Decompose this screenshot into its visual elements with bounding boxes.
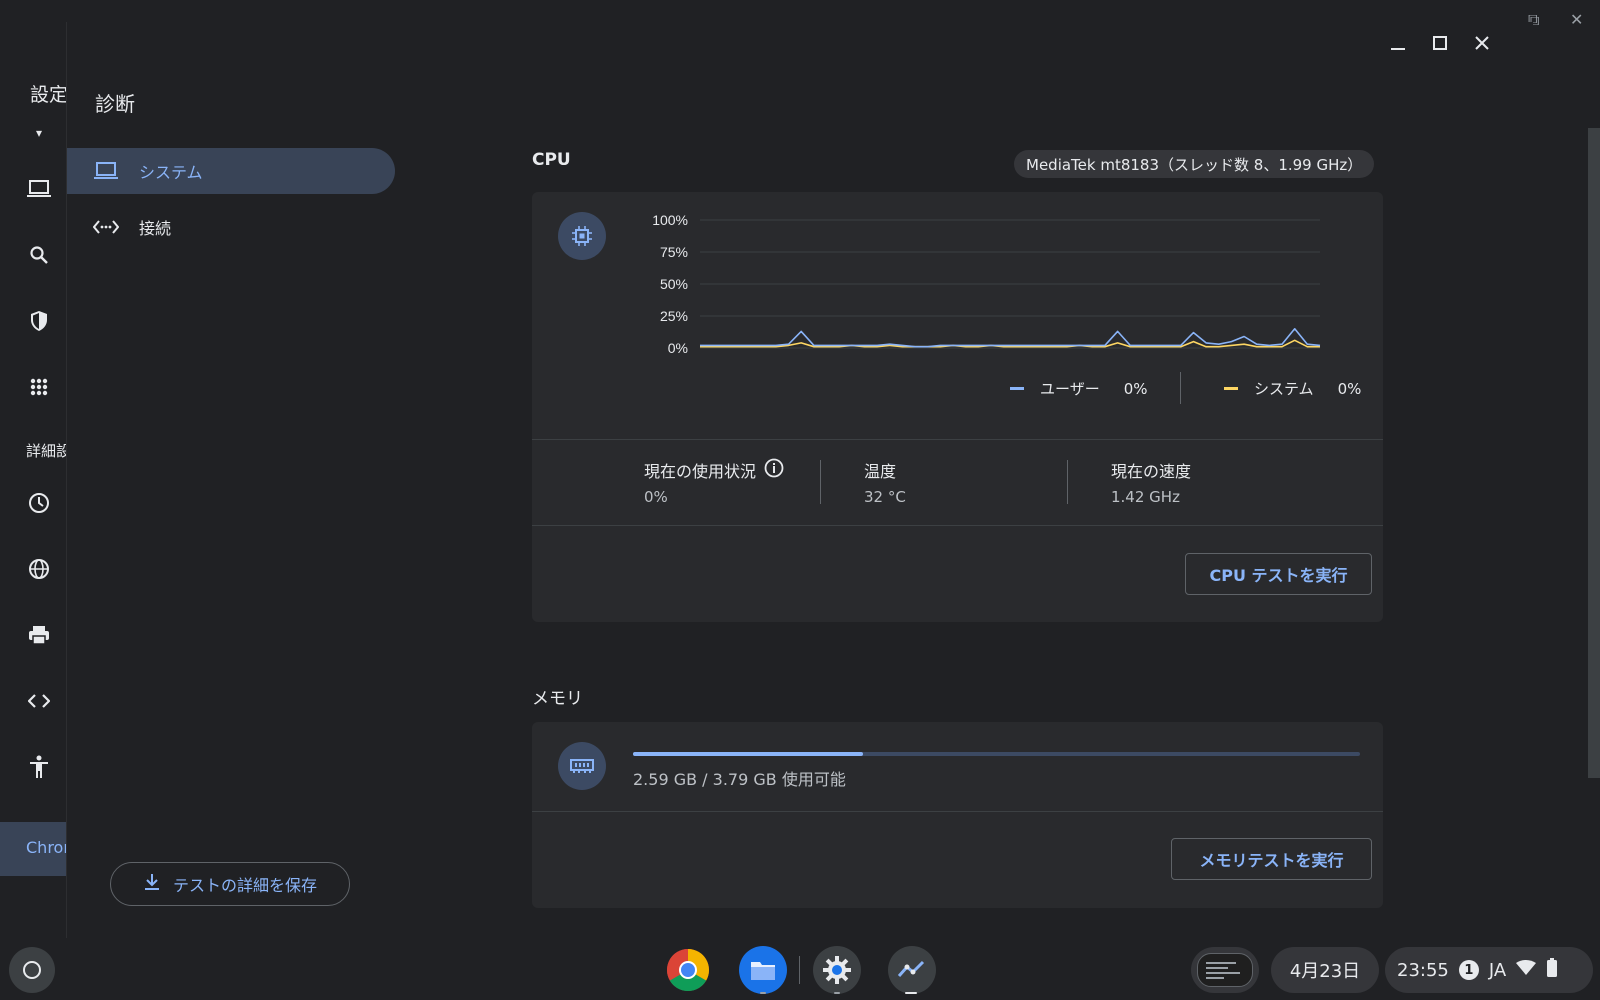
ime-indicator: JA [1488, 959, 1507, 981]
background-close-icon[interactable]: ✕ [1570, 10, 1583, 29]
notification-count-badge: 1 [1458, 960, 1479, 980]
memory-icon [558, 742, 606, 790]
search-icon[interactable] [24, 240, 54, 270]
stat-label-text: 現在の速度 [1111, 462, 1192, 481]
shelf: 4月23日 23:55 1 JA [0, 938, 1600, 1000]
apps-grid-icon[interactable] [24, 372, 54, 402]
date-tray[interactable]: 4月23日 [1271, 947, 1379, 993]
stat-current-speed-value: 1.42 GHz [1111, 488, 1180, 506]
device-icon[interactable] [24, 174, 54, 204]
cpu-chip-icon [558, 212, 606, 260]
laptop-icon [93, 161, 119, 181]
nav-item-system[interactable]: システム [67, 148, 395, 194]
date-text: 4月23日 [1289, 961, 1361, 982]
background-settings-window: 設定 ▾ 詳細設 Chrome [0, 0, 71, 938]
memory-usage-text: 2.59 GB / 3.79 GB 使用可能 [633, 770, 846, 789]
y-tick-label: 50% [660, 276, 688, 292]
y-tick-label: 0% [668, 340, 688, 356]
cpu-section-title: CPU [532, 150, 571, 170]
holding-space-tray[interactable] [1191, 947, 1259, 993]
memory-usage-fill [633, 752, 864, 756]
files-app-icon[interactable] [739, 946, 787, 994]
stat-label-text: 温度 [864, 462, 897, 481]
stat-current-usage-label: 現在の使用状況 [644, 458, 784, 482]
run-cpu-test-button[interactable]: CPU テストを実行 [1185, 553, 1372, 595]
legend-user-swatch [1010, 387, 1024, 390]
battery-icon [1546, 957, 1558, 983]
maximize-icon[interactable] [1429, 32, 1451, 54]
memory-card [532, 722, 1383, 908]
legend-system-value: 0% [1337, 379, 1362, 398]
cpu-usage-chart: 100% 75% 50% 25% 0% [652, 212, 1321, 356]
cpu-divider-2 [532, 525, 1383, 526]
stat-separator [1067, 460, 1068, 504]
stat-temperature-value: 32 °C [864, 488, 906, 506]
status-tray[interactable]: 23:55 1 JA [1385, 947, 1593, 993]
y-tick-label: 75% [660, 244, 688, 260]
info-icon[interactable] [764, 458, 784, 482]
stat-current-speed-label: 現在の速度 [1111, 458, 1191, 482]
minimize-icon[interactable] [1387, 32, 1409, 54]
chrome-app-icon[interactable] [664, 946, 712, 994]
settings-app-icon[interactable] [813, 946, 861, 994]
diagnostics-active-indicator [905, 992, 917, 994]
memory-divider [532, 811, 1383, 812]
stat-temperature-label: 温度 [864, 458, 896, 482]
legend-user: ユーザー 0% [1010, 378, 1148, 399]
legend-separator [1180, 372, 1181, 404]
cpu-model-chip: MediaTek mt8183（スレッド数 8、1.99 GHz） [1014, 150, 1375, 178]
launcher-button[interactable] [9, 947, 55, 993]
screenshot-thumbnail-icon [1197, 953, 1253, 987]
memory-usage-bar [633, 752, 1360, 756]
stat-label-text: 現在の使用状況 [644, 462, 757, 481]
nav-item-label: システム [139, 163, 203, 182]
stat-current-usage-value: 0% [644, 488, 668, 506]
run-memory-test-button[interactable]: メモリテストを実行 [1171, 838, 1372, 880]
y-tick-label: 100% [652, 212, 688, 228]
connectivity-icon [93, 217, 119, 237]
files-running-indicator [760, 992, 766, 994]
legend-system: システム 0% [1224, 378, 1361, 399]
about-chrome-os-item[interactable]: Chrome [0, 822, 66, 876]
nav-item-connectivity[interactable]: 接続 [67, 204, 395, 250]
legend-user-value: 0% [1123, 379, 1148, 398]
app-title: 診断 [95, 92, 135, 116]
diagnostics-app-icon[interactable] [888, 946, 936, 994]
clock-icon[interactable] [24, 488, 54, 518]
code-icon[interactable] [24, 686, 54, 716]
legend-system-name: システム [1254, 380, 1314, 398]
stat-separator [820, 460, 821, 504]
partial-icon: ▾ [35, 126, 43, 140]
close-icon[interactable] [1471, 32, 1493, 54]
accessibility-icon[interactable] [24, 752, 54, 782]
cpu-divider-1 [532, 439, 1383, 440]
save-test-details-button[interactable]: テストの詳細を保存 [110, 862, 350, 906]
scrollbar[interactable] [1588, 128, 1600, 778]
advanced-label: 詳細設 [26, 442, 72, 460]
globe-icon[interactable] [24, 554, 54, 584]
y-tick-label: 25% [660, 308, 688, 324]
settings-running-indicator [834, 992, 840, 994]
wifi-icon [1516, 959, 1537, 981]
shield-icon[interactable] [24, 306, 54, 336]
memory-section-title: メモリ [532, 689, 583, 709]
window-controls [1387, 32, 1493, 54]
printer-icon[interactable] [24, 620, 54, 650]
legend-user-name: ユーザー [1040, 380, 1100, 398]
legend-system-swatch [1224, 387, 1238, 390]
download-icon [143, 873, 161, 895]
launcher-icon [23, 961, 41, 979]
shelf-separator [799, 956, 800, 984]
settings-title: 設定 [30, 84, 69, 106]
nav-item-label: 接続 [139, 219, 172, 238]
save-button-label: テストの詳細を保存 [172, 876, 317, 895]
time-text: 23:55 [1397, 959, 1449, 981]
